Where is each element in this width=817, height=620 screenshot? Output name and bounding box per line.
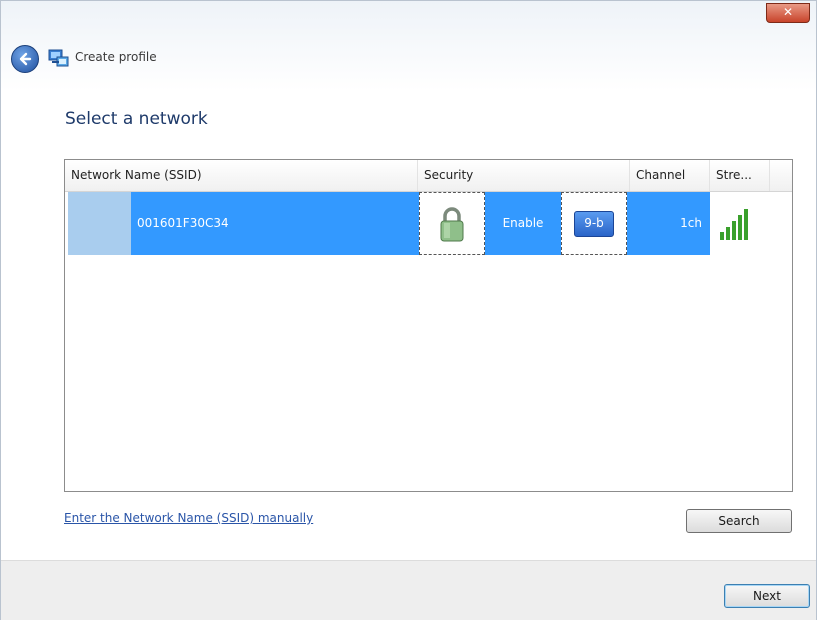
column-header-ssid[interactable]: Network Name (SSID) <box>65 160 418 191</box>
window-title: Create profile <box>75 50 157 64</box>
column-header-security[interactable]: Security <box>418 160 630 191</box>
search-button[interactable]: Search <box>686 509 792 533</box>
row-selection-margin <box>68 192 131 255</box>
footer-bar <box>1 560 816 620</box>
radio-mode-badge: 9-b <box>574 210 614 237</box>
radio-mode-cell: 9-b <box>561 192 627 255</box>
back-button[interactable] <box>11 45 39 73</box>
network-list[interactable]: Network Name (SSID) Security Channel Str… <box>64 159 793 492</box>
signal-strength-icon <box>720 208 748 240</box>
column-header-strength[interactable]: Stre... <box>710 160 770 191</box>
security-icon-cell <box>419 192 485 255</box>
page-heading: Select a network <box>65 109 208 129</box>
back-arrow-icon <box>19 52 32 66</box>
signal-cell <box>710 192 762 255</box>
title-bar: ✕ Create profile <box>1 1 816 91</box>
close-button[interactable]: ✕ <box>766 3 810 23</box>
padlock-icon <box>440 206 464 241</box>
ssid-cell: 001601F30C34 <box>131 192 419 255</box>
next-button[interactable]: Next <box>724 584 810 608</box>
manual-ssid-link[interactable]: Enter the Network Name (SSID) manually <box>64 511 313 525</box>
channel-cell: 1ch <box>627 192 710 255</box>
network-profile-icon <box>48 49 69 67</box>
column-header-channel[interactable]: Channel <box>630 160 710 191</box>
security-mode-cell: Enable <box>485 192 561 255</box>
list-header: Network Name (SSID) Security Channel Str… <box>65 160 792 192</box>
table-row[interactable]: 001601F30C34 Enable 9-b 1ch <box>65 192 765 255</box>
create-profile-window: ✕ Create profile Select a network Networ… <box>0 0 817 620</box>
